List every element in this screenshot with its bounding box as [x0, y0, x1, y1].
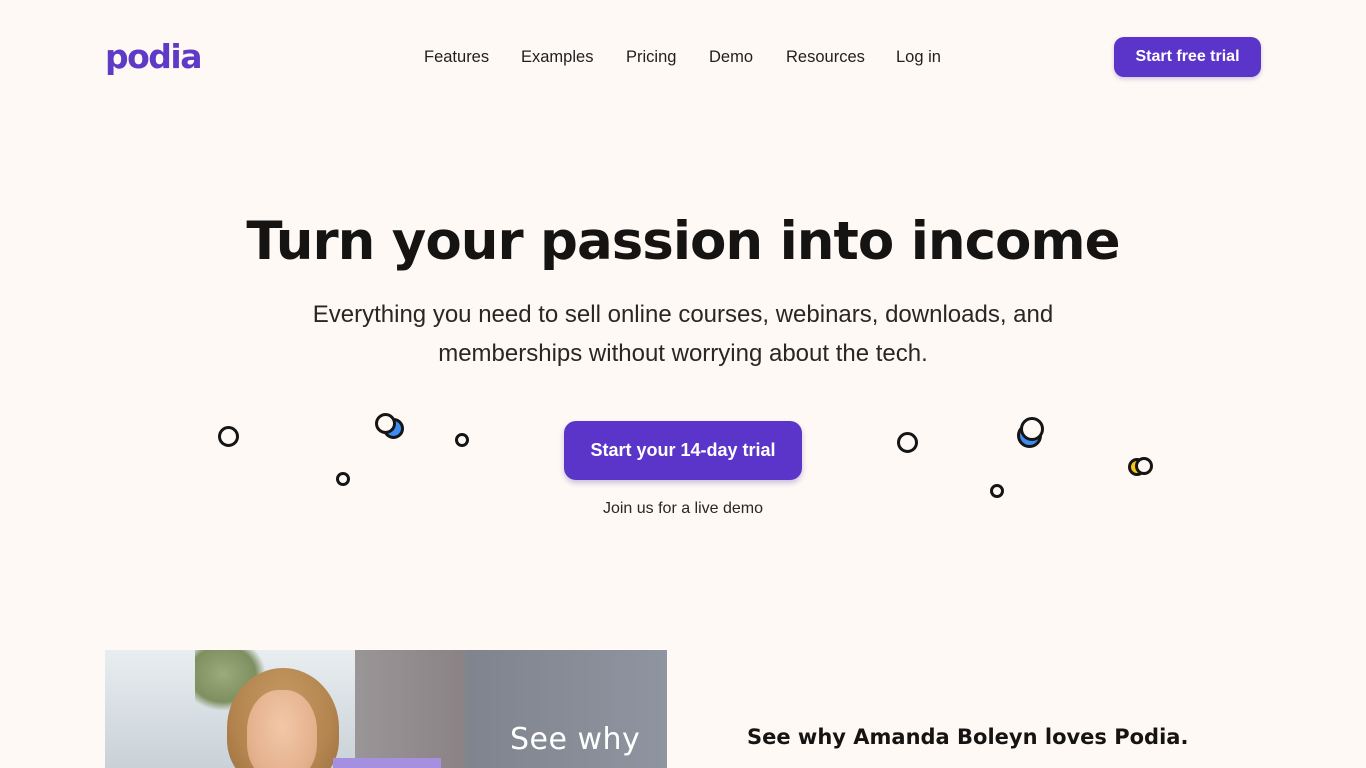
nav-features[interactable]: Features — [424, 46, 489, 68]
decor-circle-icon — [336, 472, 350, 486]
decor-circle-icon — [1135, 457, 1153, 475]
video-overlay-bar — [333, 758, 441, 768]
testimonial-title: See why Amanda Boleyn loves Podia. — [747, 725, 1189, 749]
podia-logo[interactable]: podia — [105, 37, 203, 77]
nav-demo[interactable]: Demo — [709, 46, 753, 68]
nav-login[interactable]: Log in — [896, 46, 941, 68]
start-free-trial-button[interactable]: Start free trial — [1114, 37, 1261, 77]
decor-circle-icon — [375, 413, 396, 434]
decor-circle-icon — [990, 484, 1004, 498]
hero-subtitle: Everything you need to sell online cours… — [312, 301, 1054, 367]
decor-circle-icon — [455, 433, 469, 447]
page: podia Features Examples Pricing Demo Res… — [0, 0, 1366, 768]
video-person-face — [247, 690, 317, 768]
video-overlay-text: See why — [510, 722, 641, 757]
decor-circle-icon — [218, 426, 239, 447]
nav-pricing[interactable]: Pricing — [626, 46, 676, 68]
nav-resources[interactable]: Resources — [786, 46, 865, 68]
video-background-pillar — [355, 650, 465, 768]
hero-title: Turn your passion into income — [246, 211, 1120, 272]
testimonial-video[interactable]: See why — [105, 650, 667, 768]
nav-examples[interactable]: Examples — [521, 46, 593, 68]
decor-circle-icon — [897, 432, 918, 453]
decor-circle-icon — [1020, 417, 1044, 441]
start-trial-button[interactable]: Start your 14-day trial — [564, 421, 802, 480]
live-demo-link[interactable]: Join us for a live demo — [0, 499, 1366, 519]
